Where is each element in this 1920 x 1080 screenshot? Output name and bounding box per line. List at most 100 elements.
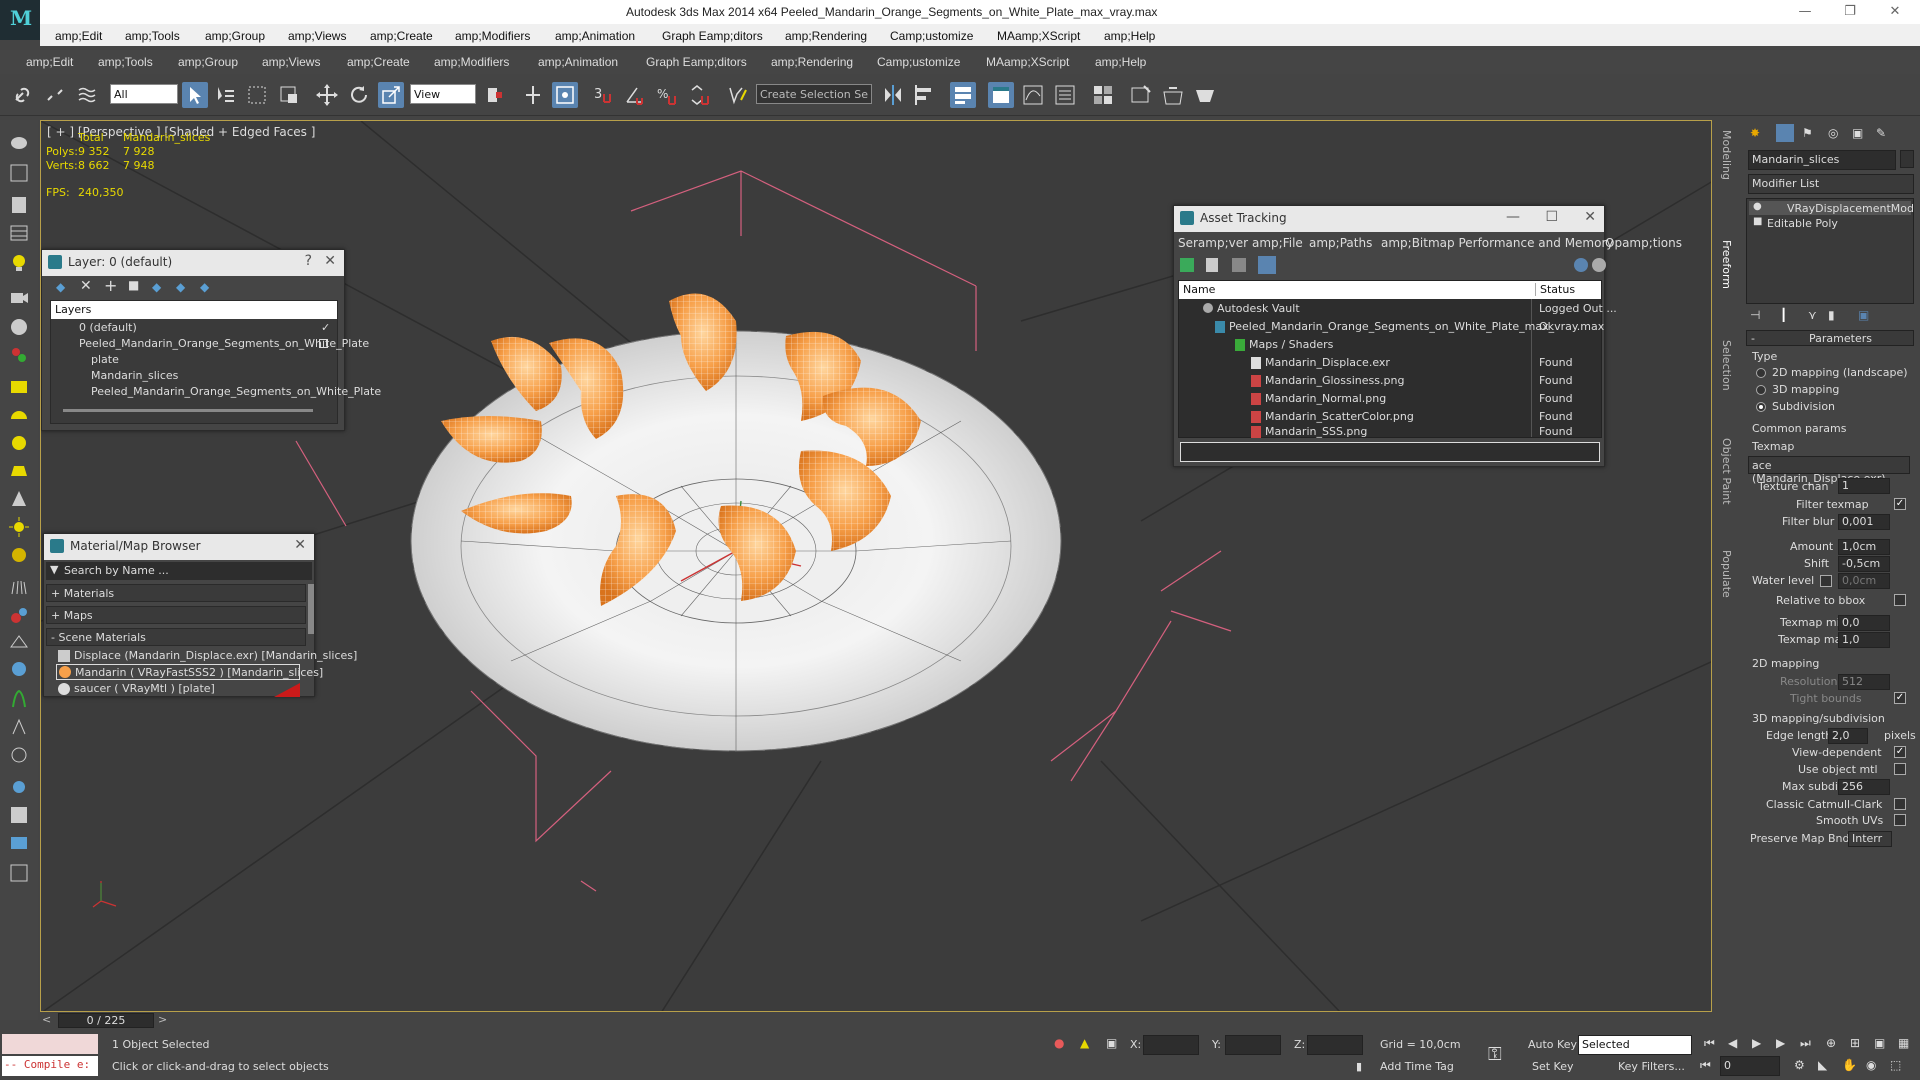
menu-maxscript[interactable]: MAamp;XScript xyxy=(986,55,1069,69)
table-view-icon[interactable] xyxy=(1232,258,1246,272)
material-search-input[interactable]: Search by Name ... xyxy=(64,564,169,577)
modifier-list-dropdown[interactable]: Modifier List xyxy=(1748,174,1914,194)
display-tab-icon[interactable]: ▣ xyxy=(1852,126,1863,140)
menu-modifiers[interactable]: amp;Modifiers xyxy=(434,55,509,69)
render-frame-icon[interactable] xyxy=(1160,82,1186,108)
angle-snap-icon[interactable] xyxy=(622,82,648,108)
restore-button[interactable]: ❐ xyxy=(1835,2,1865,22)
select-object-icon[interactable] xyxy=(182,82,208,108)
pin-stack-icon[interactable]: ⊣ xyxy=(1750,308,1760,322)
menu-animation[interactable]: amp;Animation xyxy=(538,55,618,69)
edge-length-spinner[interactable]: 2,0 xyxy=(1828,728,1868,744)
menu-tools[interactable]: amp;Tools xyxy=(125,29,180,43)
asset-row[interactable]: Mandarin_SSS.png Found xyxy=(1179,425,1601,439)
freeze-layers-icon[interactable]: ◆ xyxy=(200,280,209,294)
render-production-icon[interactable] xyxy=(1192,82,1218,108)
time-slider[interactable]: < 0 / 225 > xyxy=(40,1012,1712,1030)
named-selection-set-dropdown[interactable]: Create Selection Se xyxy=(756,84,872,104)
rect-selection-icon[interactable] xyxy=(244,82,270,108)
object-name-field[interactable]: Mandarin_slices xyxy=(1748,150,1896,170)
menu-animation[interactable]: amp;Animation xyxy=(555,29,635,43)
current-frame-field[interactable]: 0 xyxy=(1720,1056,1780,1076)
material-browser-scrollbar[interactable] xyxy=(308,584,314,634)
configure-sets-icon[interactable]: ▣ xyxy=(1858,308,1869,322)
link-icon[interactable] xyxy=(10,82,36,108)
remove-modifier-icon[interactable]: ▮ xyxy=(1828,308,1835,322)
materials-section[interactable]: + Materials xyxy=(46,584,306,602)
layer-object-row[interactable]: plate xyxy=(91,353,119,366)
hide-layers-icon[interactable]: ◆ xyxy=(176,280,185,294)
menu-create[interactable]: amp;Create xyxy=(370,29,433,43)
layer-window-close-button[interactable]: ✕ xyxy=(324,253,336,269)
sphere-light-icon[interactable] xyxy=(8,432,30,454)
asset-status-column[interactable]: Status xyxy=(1535,283,1575,296)
hierarchy-tab-icon[interactable]: ⚑ xyxy=(1802,126,1813,140)
asset-menu-bitmap[interactable]: amp;Bitmap Performance and Memory xyxy=(1381,236,1614,250)
isolate-icon[interactable]: ● xyxy=(1054,1036,1064,1050)
modifier-stack-item[interactable]: ■ Editable Poly xyxy=(1749,216,1911,230)
set-key-button[interactable]: Set Key xyxy=(1532,1060,1574,1073)
tab-selection[interactable]: Selection xyxy=(1720,340,1733,391)
proxy-icon[interactable] xyxy=(8,604,30,626)
selection-filter-dropdown[interactable]: All xyxy=(110,84,178,104)
dome-light-icon[interactable] xyxy=(8,404,30,426)
menu-edit[interactable]: amp;Edit xyxy=(55,29,102,43)
perspective-viewport[interactable]: [ + ] [Perspective ] [Shaded + Edged Fac… xyxy=(40,120,1712,1012)
texmap-max-spinner[interactable]: 1,0 xyxy=(1838,632,1890,648)
menu-views[interactable]: amp;Views xyxy=(262,55,320,69)
maxscript-listener[interactable] xyxy=(2,1034,98,1054)
vfb-icon[interactable] xyxy=(8,832,30,854)
help-icon[interactable] xyxy=(1592,258,1606,272)
bind-spacewarp-icon[interactable] xyxy=(74,82,100,108)
material-list-item[interactable]: saucer ( VRayMtl ) [plate] xyxy=(56,681,300,697)
move-icon[interactable] xyxy=(314,82,340,108)
select-in-layer-icon[interactable]: ■ xyxy=(128,278,139,292)
time-slider-next-icon[interactable]: > xyxy=(158,1013,167,1026)
texture-channel-spinner[interactable]: 1 xyxy=(1838,478,1890,494)
align-icon[interactable] xyxy=(912,82,938,108)
filter-blur-spinner[interactable]: 0,001 xyxy=(1838,514,1890,530)
key-icon[interactable]: ⚿ xyxy=(1488,1044,1502,1065)
table-icon[interactable] xyxy=(8,222,30,244)
auto-key-button[interactable]: Auto Key xyxy=(1528,1038,1577,1051)
rotate-icon[interactable] xyxy=(346,82,372,108)
menu-rendering[interactable]: amp;Rendering xyxy=(771,55,853,69)
show-end-result-icon[interactable]: ┃ xyxy=(1780,308,1787,322)
preserve-map-bnd-dropdown[interactable]: Interr xyxy=(1848,831,1892,847)
asset-row[interactable]: Mandarin_Normal.png Found xyxy=(1179,391,1601,407)
frame-buffer-icon[interactable] xyxy=(8,162,30,184)
plane-object-icon[interactable] xyxy=(8,632,30,654)
time-config-icon[interactable]: ⚙ xyxy=(1794,1058,1805,1072)
ambient-light-icon[interactable] xyxy=(8,544,30,566)
asset-menu-server[interactable]: Seramp;ver xyxy=(1178,236,1248,250)
sphere-icon[interactable] xyxy=(8,316,30,338)
expand-icon[interactable]: ■ xyxy=(1753,216,1762,227)
highlight-layer-icon[interactable]: ◆ xyxy=(152,280,161,294)
mirror-icon[interactable] xyxy=(880,82,906,108)
unlink-icon[interactable] xyxy=(42,82,68,108)
menu-views[interactable]: amp;Views xyxy=(288,29,346,43)
menu-maxscript[interactable]: MAamp;XScript xyxy=(997,29,1080,43)
asset-row[interactable]: Maps / Shaders xyxy=(1179,337,1601,353)
asset-minimize-button[interactable]: — xyxy=(1506,209,1520,225)
app-logo-icon[interactable]: M xyxy=(0,0,40,40)
menu-group[interactable]: amp;Group xyxy=(178,55,238,69)
menu-group[interactable]: amp;Group xyxy=(205,29,265,43)
frame-counter[interactable]: 0 / 225 xyxy=(58,1013,154,1028)
asset-menu-file[interactable]: amp;File xyxy=(1252,236,1303,250)
relative-bbox-checkbox[interactable] xyxy=(1894,594,1906,606)
tab-object-paint[interactable]: Object Paint xyxy=(1720,438,1733,505)
tab-modeling[interactable]: Modeling xyxy=(1720,130,1733,180)
tab-populate[interactable]: Populate xyxy=(1720,550,1733,598)
layer-object-row[interactable]: Peeled_Mandarin_Orange_Segments_on_White… xyxy=(91,385,381,398)
modify-tab-icon[interactable] xyxy=(1776,124,1794,142)
active-layer-check-icon[interactable]: ✓ xyxy=(321,321,330,334)
refresh-icon[interactable] xyxy=(1180,258,1194,272)
material-editor-icon[interactable] xyxy=(1090,82,1116,108)
z-coordinate-field[interactable] xyxy=(1307,1035,1363,1055)
material-list-item[interactable]: Mandarin ( VRayFastSSS2 ) [Mandarin_slic… xyxy=(56,664,323,680)
teapot-icon[interactable] xyxy=(8,130,30,152)
layer-window-header[interactable]: Layer: 0 (default) ? ✕ xyxy=(42,250,344,276)
zoom-extents-icon[interactable]: ▣ xyxy=(1874,1036,1885,1050)
asset-row[interactable]: Mandarin_ScatterColor.png Found xyxy=(1179,409,1601,425)
